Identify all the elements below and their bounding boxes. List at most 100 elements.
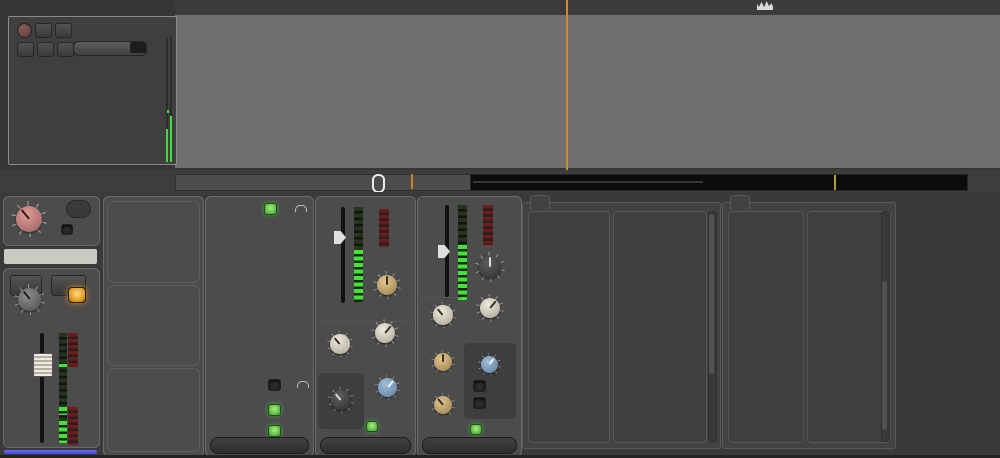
strip-level-meter [59,333,67,443]
scroll-thumb[interactable] [882,281,887,430]
attack-knob[interactable] [330,334,349,353]
filterverse-panel [522,202,721,449]
gate-gr-meter [483,205,493,245]
pan-value-badge [66,200,91,218]
track-header [8,16,177,165]
filterverse-controls-group [613,211,707,443]
lofi-punch-panel [722,202,896,449]
channel-strip [3,196,100,455]
mixbus-daw-window [0,0,1000,458]
harrison-32c-button[interactable] [210,437,309,454]
waveform-editor-area[interactable] [175,15,1000,168]
channel-name[interactable] [4,249,97,264]
pan-section [3,196,100,246]
makeup-gain-knob[interactable] [331,390,350,409]
navigator-waveform-hint [473,181,703,183]
timeline-ruler[interactable] [175,0,1000,16]
gate-atk-ring [430,302,456,328]
comp-input-meter [354,207,363,302]
ruler-marker [757,1,773,10]
pan-knob[interactable] [16,206,43,233]
navigator-handle[interactable] [372,174,385,193]
playlist-button[interactable] [17,42,34,57]
gate-gr-scale [496,203,518,263]
fader-scale [4,331,19,447]
filterverse-switches-group [528,211,610,443]
rels-knob-ring [371,319,399,347]
mixbus-gate-button[interactable] [422,437,517,454]
bell-curve-icon [297,381,309,388]
send-group-2 [107,285,200,366]
gate-threshold-scale [420,203,436,303]
pan-knob-ring [11,201,47,237]
hold-knob[interactable] [434,396,452,414]
gate-release-knob[interactable] [480,298,501,319]
sidechain-box [464,343,516,419]
hyst-knob-ring [431,350,455,374]
gate-rels-ring [476,294,504,322]
sc-freq-knob[interactable] [481,356,498,373]
track-height-slider[interactable] [73,41,147,56]
mixbus-comp-panel [315,196,416,457]
strip-main-section [3,268,100,448]
meter-bar [166,129,168,162]
lofi-scrollbar[interactable] [881,211,890,442]
hi-filter-led[interactable] [264,203,277,215]
lo-filter-led[interactable] [268,379,281,391]
hold-knob-ring [431,393,455,417]
comp-meter-scale [80,331,96,371]
track-mute-button[interactable] [35,23,52,38]
gate-in-led[interactable] [470,424,482,435]
fader-thumb[interactable] [33,353,53,377]
flt-in-led[interactable] [268,425,281,437]
emphasis-knob[interactable] [378,378,397,397]
gate-meter [68,407,78,445]
navigator-overview[interactable] [175,174,472,191]
comp-threshold-scale [318,203,334,308]
trim-knob[interactable] [18,288,41,311]
emph-knob-ring [375,375,400,400]
audio-waveform [175,15,1000,168]
navigator-playhead-mark [411,174,413,189]
fader-track[interactable] [40,333,44,443]
gate-attack-knob[interactable] [433,305,452,324]
mixbus-comp-button[interactable] [320,437,411,454]
bell-curve-icon [295,205,307,212]
mixer-strip-area [0,192,1000,458]
drive-led-button[interactable] [68,287,86,303]
depth-knob[interactable] [479,256,501,278]
mixbus-gate-panel [417,196,522,457]
navigator-range[interactable] [470,174,968,191]
mstr-led[interactable] [61,224,73,235]
scroll-thumb[interactable] [709,214,714,374]
eq-in-led[interactable] [268,404,281,416]
track-solo-button[interactable] [55,23,72,38]
lofi-punch-tab[interactable] [730,195,750,210]
sc-listen-button[interactable] [473,397,486,409]
comp-in-led[interactable] [366,421,378,432]
ratio-knob-ring [373,271,401,299]
depth-knob-ring [475,252,505,282]
gain-knob-ring [328,387,354,413]
filterverse-tab[interactable] [530,195,550,210]
sc-filter-button[interactable] [473,380,486,392]
hysteresis-knob[interactable] [434,353,452,371]
summary-navigator [0,170,1000,192]
group-button[interactable] [57,42,74,57]
record-arm-button[interactable] [17,23,32,38]
release-knob[interactable] [375,323,396,344]
gate-input-meter [458,205,467,300]
comp-threshold-track[interactable] [341,207,345,303]
automation-button[interactable] [37,42,54,57]
playhead[interactable] [566,0,568,170]
harrison-32c-panel [205,196,314,457]
filterverse-scrollbar[interactable] [708,211,717,442]
ratio-knob[interactable] [377,275,398,296]
send-group-3 [107,368,200,452]
navigator-marker [834,175,836,190]
comp-gr-scale [392,207,412,267]
slider-handle[interactable] [130,42,146,53]
atk-knob-ring [327,331,353,357]
gate-meter-scale [80,409,96,449]
comp-meter [68,333,78,367]
